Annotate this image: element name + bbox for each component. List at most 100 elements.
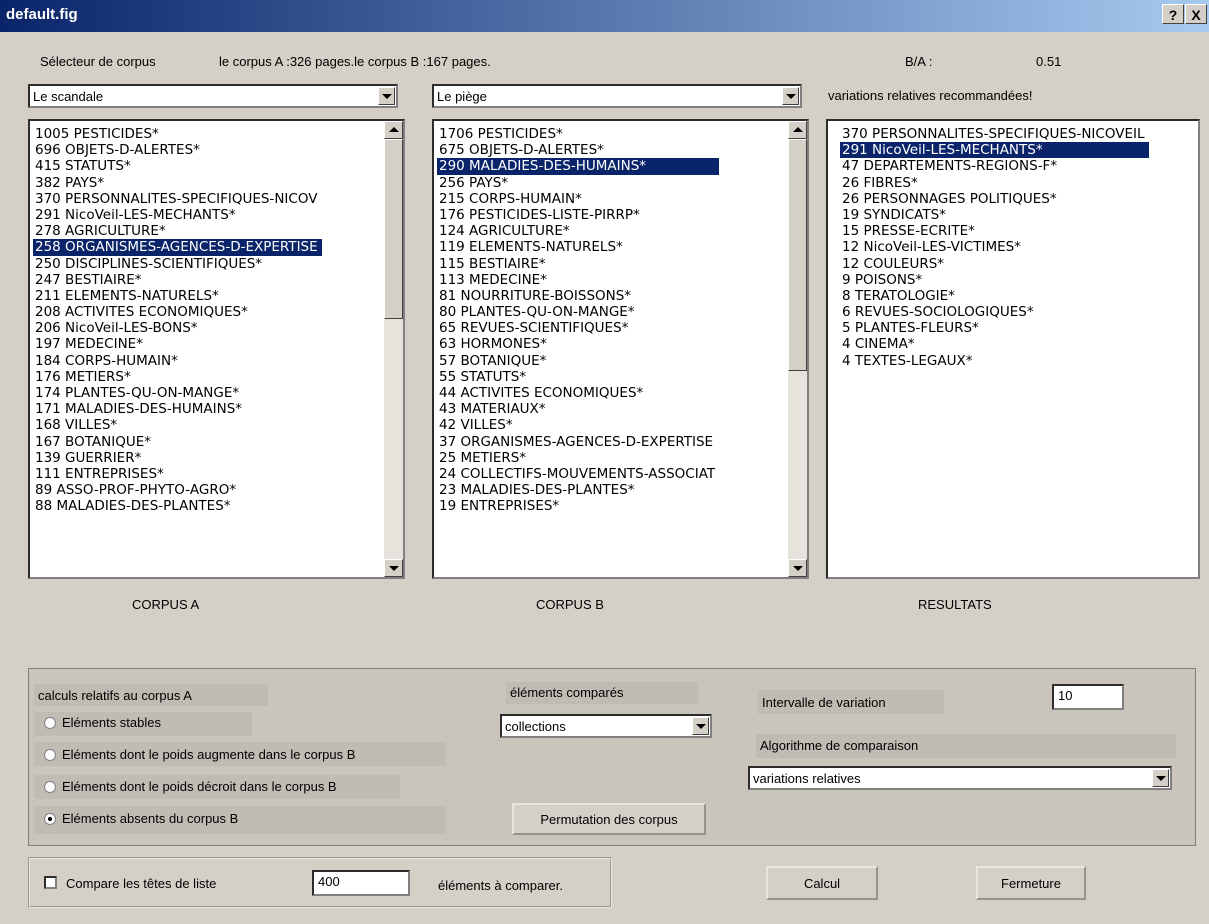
list-item[interactable]: 168 VILLES* — [33, 417, 322, 433]
scroll-up-button[interactable] — [788, 121, 807, 139]
corpus-b-scrollbar[interactable] — [788, 121, 807, 577]
list-item[interactable]: 19 ENTREPRISES* — [437, 498, 719, 514]
list-item[interactable]: 12 COULEURS* — [840, 256, 1149, 272]
list-item[interactable]: 139 GUERRIER* — [33, 450, 322, 466]
list-item[interactable]: 247 BESTIAIRE* — [33, 272, 322, 288]
close-window-button[interactable]: X — [1185, 4, 1207, 24]
scroll-down-button[interactable] — [384, 559, 403, 577]
radio-stable[interactable] — [44, 717, 56, 729]
list-item[interactable]: 113 MEDECINE* — [437, 272, 719, 288]
list-item[interactable]: 26 PERSONNAGES POLITIQUES* — [840, 191, 1149, 207]
list-item[interactable]: 5 PLANTES-FLEURS* — [840, 320, 1149, 336]
compare-heads-checkbox[interactable] — [44, 876, 57, 889]
radio-decrease-label[interactable]: Eléments dont le poids décroit dans le c… — [62, 779, 337, 794]
list-item[interactable]: 55 STATUTS* — [437, 369, 719, 385]
list-item[interactable]: 65 REVUES-SCIENTIFIQUES* — [437, 320, 719, 336]
permute-button[interactable]: Permutation des corpus — [512, 803, 706, 835]
list-item[interactable]: 15 PRESSE-ECRITE* — [840, 223, 1149, 239]
corpus-b-list[interactable]: 1706 PESTICIDES* 675 OBJETS-D-ALERTES* 2… — [432, 119, 809, 579]
results-list[interactable]: 370 PERSONNALITES-SPECIFIQUES-NICOVEIL 2… — [826, 119, 1200, 579]
list-item[interactable]: 43 MATERIAUX* — [437, 401, 719, 417]
list-item[interactable]: 8 TERATOLOGIE* — [840, 288, 1149, 304]
algo-select[interactable]: variations relatives — [748, 766, 1172, 790]
list-item-selected[interactable]: 290 MALADIES-DES-HUMAINS* — [437, 158, 720, 175]
scroll-down-button[interactable] — [788, 559, 807, 577]
list-item[interactable]: 256 PAYS* — [437, 175, 719, 191]
close-button[interactable]: Fermeture — [976, 866, 1086, 900]
list-item[interactable]: 57 BOTANIQUE* — [437, 353, 719, 369]
corpus-a-dropdown-button[interactable] — [378, 87, 395, 105]
list-item[interactable]: 25 METIERS* — [437, 450, 719, 466]
list-item[interactable]: 171 MALADIES-DES-HUMAINS* — [33, 401, 322, 417]
list-item[interactable]: 176 METIERS* — [33, 369, 322, 385]
compare-heads-label[interactable]: Compare les têtes de liste — [66, 876, 216, 891]
corpus-b-dropdown-button[interactable] — [782, 87, 799, 105]
list-item[interactable]: 250 DISCIPLINES-SCIENTIFIQUES* — [33, 256, 322, 272]
list-item[interactable]: 88 MALADIES-DES-PLANTES* — [33, 498, 322, 514]
radio-decrease[interactable] — [44, 781, 56, 793]
scroll-up-button[interactable] — [384, 121, 403, 139]
list-item[interactable]: 176 PESTICIDES-LISTE-PIRRP* — [437, 207, 719, 223]
list-item[interactable]: 9 POISONS* — [840, 272, 1149, 288]
radio-stable-label[interactable]: Eléments stables — [62, 715, 161, 730]
list-item[interactable]: 44 ACTIVITES ECONOMIQUES* — [437, 385, 719, 401]
interval-input[interactable]: 10 — [1052, 684, 1124, 710]
list-item[interactable]: 80 PLANTES-QU-ON-MANGE* — [437, 304, 719, 320]
list-item[interactable]: 23 MALADIES-DES-PLANTES* — [437, 482, 719, 498]
list-item[interactable]: 119 ELEMENTS-NATURELS* — [437, 239, 719, 255]
list-item[interactable]: 89 ASSO-PROF-PHYTO-AGRO* — [33, 482, 322, 498]
list-item[interactable]: 111 ENTREPRISES* — [33, 466, 322, 482]
count-input[interactable]: 400 — [312, 870, 410, 896]
list-item[interactable]: 4 CINEMA* — [840, 336, 1149, 352]
list-item[interactable]: 278 AGRICULTURE* — [33, 223, 322, 239]
list-item[interactable]: 124 AGRICULTURE* — [437, 223, 719, 239]
list-item[interactable]: 197 MEDECINE* — [33, 336, 322, 352]
list-item[interactable]: 47 DEPARTEMENTS-REGIONS-F* — [840, 158, 1149, 174]
radio-absent-label[interactable]: Eléments absents du corpus B — [62, 811, 238, 826]
list-item[interactable]: 206 NicoVeil-LES-BONS* — [33, 320, 322, 336]
list-item[interactable]: 370 PERSONNALITES-SPECIFIQUES-NICOV — [33, 191, 322, 207]
calc-button[interactable]: Calcul — [766, 866, 878, 900]
radio-increase[interactable] — [44, 749, 56, 761]
help-button[interactable]: ? — [1162, 4, 1184, 24]
compared-select[interactable]: collections — [500, 714, 712, 738]
list-item[interactable]: 382 PAYS* — [33, 175, 322, 191]
radio-increase-label[interactable]: Eléments dont le poids augmente dans le … — [62, 747, 355, 762]
scroll-thumb[interactable] — [384, 139, 403, 319]
list-item[interactable]: 1706 PESTICIDES* — [437, 126, 719, 142]
list-item[interactable]: 415 STATUTS* — [33, 158, 322, 174]
list-item[interactable]: 37 ORGANISMES-AGENCES-D-EXPERTISE — [437, 434, 719, 450]
list-item[interactable]: 167 BOTANIQUE* — [33, 434, 322, 450]
list-item[interactable]: 291 NicoVeil-LES-MECHANTS* — [33, 207, 322, 223]
corpus-b-select[interactable]: Le piège — [432, 84, 802, 108]
corpus-a-scrollbar[interactable] — [384, 121, 403, 577]
list-item[interactable]: 63 HORMONES* — [437, 336, 719, 352]
list-item[interactable]: 12 NicoVeil-LES-VICTIMES* — [840, 239, 1149, 255]
radio-absent[interactable] — [44, 813, 56, 825]
list-item[interactable]: 675 OBJETS-D-ALERTES* — [437, 142, 719, 158]
list-item[interactable]: 215 CORPS-HUMAIN* — [437, 191, 719, 207]
corpus-a-list[interactable]: 1005 PESTICIDES* 696 OBJETS-D-ALERTES* 4… — [28, 119, 405, 579]
list-item[interactable]: 184 CORPS-HUMAIN* — [33, 353, 322, 369]
list-item[interactable]: 6 REVUES-SOCIOLOGIQUES* — [840, 304, 1149, 320]
list-item[interactable]: 115 BESTIAIRE* — [437, 256, 719, 272]
compared-dropdown-button[interactable] — [692, 717, 709, 735]
scroll-thumb[interactable] — [788, 139, 807, 371]
list-item[interactable]: 370 PERSONNALITES-SPECIFIQUES-NICOVEIL — [840, 126, 1149, 142]
corpus-a-select[interactable]: Le scandale — [28, 84, 398, 108]
list-item[interactable]: 208 ACTIVITES ECONOMIQUES* — [33, 304, 322, 320]
algo-dropdown-button[interactable] — [1152, 769, 1169, 787]
list-item[interactable]: 696 OBJETS-D-ALERTES* — [33, 142, 322, 158]
list-item[interactable]: 26 FIBRES* — [840, 175, 1149, 191]
list-item[interactable]: 211 ELEMENTS-NATURELS* — [33, 288, 322, 304]
list-item[interactable]: 174 PLANTES-QU-ON-MANGE* — [33, 385, 322, 401]
list-item[interactable]: 1005 PESTICIDES* — [33, 126, 322, 142]
list-item-selected[interactable]: 291 NicoVeil-LES-MECHANTS* — [840, 142, 1149, 159]
list-item[interactable]: 19 SYNDICATS* — [840, 207, 1149, 223]
permute-button-label: Permutation des corpus — [540, 812, 678, 827]
list-item-selected[interactable]: 258 ORGANISMES-AGENCES-D-EXPERTISE — [33, 239, 322, 256]
list-item[interactable]: 4 TEXTES-LEGAUX* — [840, 353, 1149, 369]
list-item[interactable]: 81 NOURRITURE-BOISSONS* — [437, 288, 719, 304]
list-item[interactable]: 42 VILLES* — [437, 417, 719, 433]
list-item[interactable]: 24 COLLECTIFS-MOUVEMENTS-ASSOCIAT — [437, 466, 719, 482]
